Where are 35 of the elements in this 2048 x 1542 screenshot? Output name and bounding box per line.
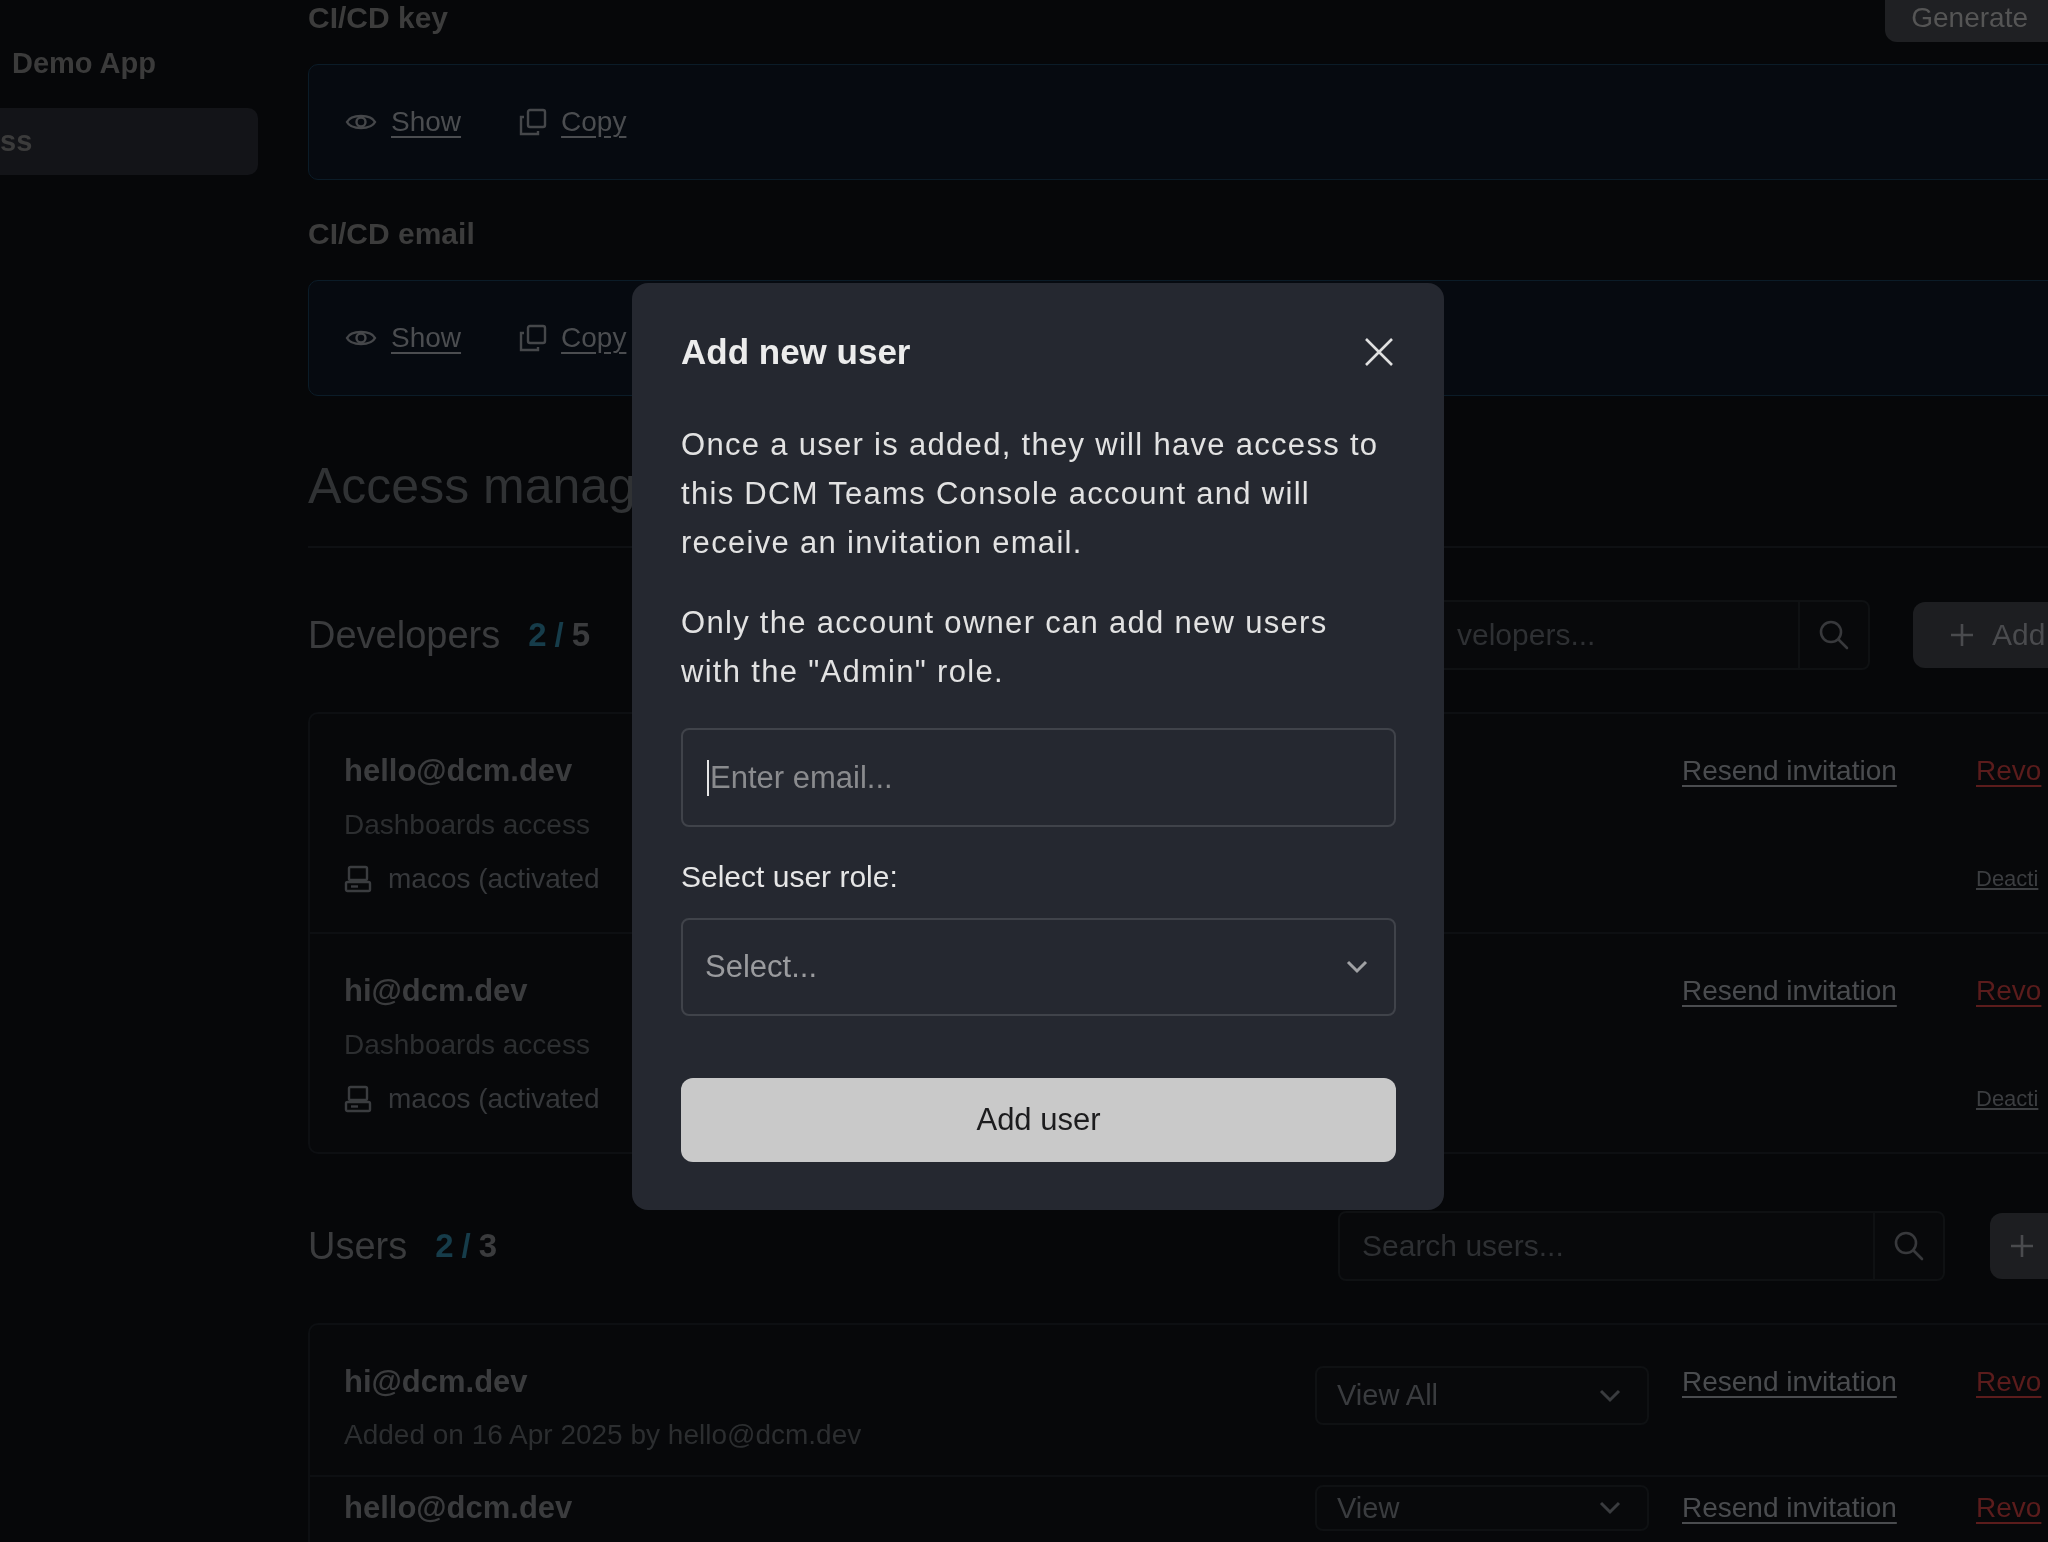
copy-link[interactable]: Copy	[561, 106, 627, 138]
dialog-title: Add new user	[681, 332, 911, 372]
computer-icon	[344, 1085, 372, 1113]
copy-icon	[519, 324, 548, 352]
computer-icon	[344, 865, 372, 893]
chevron-down-icon	[1599, 1388, 1621, 1403]
email-input[interactable]: Enter email...	[681, 728, 1396, 827]
count-separator: /	[461, 1227, 471, 1265]
copy-link[interactable]: Copy	[561, 322, 627, 354]
search-icon	[1893, 1230, 1925, 1262]
search-icon	[1818, 619, 1850, 651]
resend-link[interactable]: Resend invitation	[1682, 1492, 1897, 1524]
revoke-link[interactable]: Revo	[1976, 1366, 2042, 1398]
plus-icon	[1950, 623, 1974, 647]
chevron-down-icon	[1599, 1501, 1621, 1515]
resend-link[interactable]: Resend invitation	[1682, 1366, 1897, 1398]
dialog-text: Only the account owner can add new users with the "Admin" role.	[681, 604, 1329, 691]
show-link[interactable]: Show	[391, 106, 462, 138]
close-button[interactable]	[1364, 337, 1394, 367]
count-separator: /	[554, 616, 564, 654]
resend-link[interactable]: Resend invitation	[1682, 755, 1897, 787]
close-icon	[1364, 337, 1394, 367]
add-user-button[interactable]: Add user	[681, 1078, 1396, 1162]
show-link[interactable]: Show	[391, 322, 462, 354]
copy-icon	[519, 108, 548, 136]
field-label: Select user role:	[681, 859, 899, 895]
revoke-link[interactable]: Revo	[1976, 975, 2042, 1007]
revoke-link[interactable]: Revo	[1976, 755, 2042, 787]
role-select[interactable]: Select...	[681, 918, 1396, 1016]
used-count: 2	[435, 1227, 454, 1265]
resend-link[interactable]: Resend invitation	[1682, 975, 1897, 1007]
chevron-down-icon	[1346, 960, 1368, 974]
used-count: 2	[528, 616, 547, 654]
revoke-link[interactable]: Revo	[1976, 1492, 2042, 1524]
plus-icon	[2010, 1234, 2034, 1258]
